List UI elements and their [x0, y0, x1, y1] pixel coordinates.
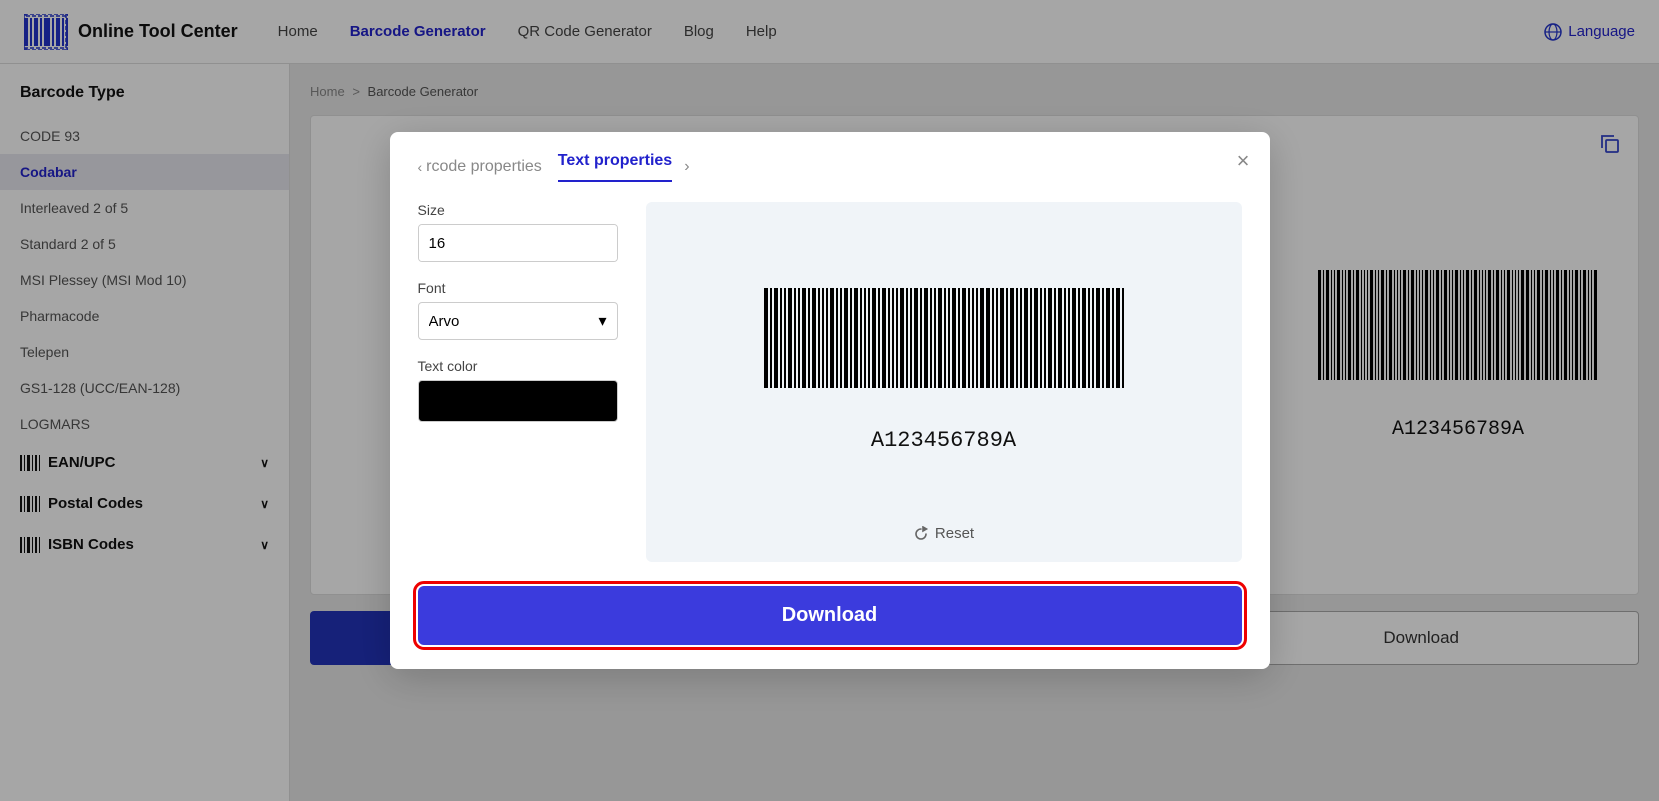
- modal-close-button[interactable]: ×: [1237, 148, 1250, 174]
- form-group-font: Font Arvo Arial Courier New Helvetica Ti…: [418, 280, 618, 340]
- select-chevron-icon: ▾: [598, 311, 606, 331]
- modal-form: Size ▲ ▼ Font Arvo Ar: [418, 202, 618, 562]
- text-color-swatch[interactable]: [418, 380, 618, 422]
- modal-tab-next[interactable]: ›: [684, 158, 689, 176]
- modal-tab-text-properties[interactable]: Text properties: [558, 152, 672, 182]
- chevron-left-icon: ‹: [418, 159, 423, 175]
- reset-button[interactable]: Reset: [913, 525, 974, 542]
- size-input[interactable]: [419, 225, 618, 261]
- modal-tab-prev[interactable]: ‹ rcode properties: [418, 158, 542, 176]
- form-group-size: Size ▲ ▼: [418, 202, 618, 262]
- reset-icon: [913, 526, 929, 542]
- modal-barcode-preview: A123456789A Reset: [646, 202, 1242, 562]
- modal-footer: Download: [390, 586, 1270, 669]
- download-button-modal[interactable]: Download: [418, 586, 1242, 645]
- modal-overlay: ‹ rcode properties Text properties › × S…: [0, 0, 1659, 801]
- barcode-preview-wrap: A123456789A: [764, 226, 1124, 515]
- modal: ‹ rcode properties Text properties › × S…: [390, 132, 1270, 669]
- barcode-value-preview: A123456789A: [871, 428, 1016, 453]
- form-group-text-color: Text color: [418, 358, 618, 422]
- size-label: Size: [418, 202, 618, 218]
- font-select[interactable]: Arvo Arial Courier New Helvetica Times N…: [429, 313, 599, 330]
- modal-header: ‹ rcode properties Text properties › ×: [390, 132, 1270, 182]
- barcode-image-preview: [764, 288, 1124, 418]
- chevron-right-icon: ›: [684, 158, 689, 176]
- font-select-wrap[interactable]: Arvo Arial Courier New Helvetica Times N…: [418, 302, 618, 340]
- font-label: Font: [418, 280, 618, 296]
- text-color-label: Text color: [418, 358, 618, 374]
- modal-body: Size ▲ ▼ Font Arvo Ar: [390, 182, 1270, 586]
- reset-label: Reset: [935, 525, 974, 542]
- size-input-spinner: ▲ ▼: [418, 224, 618, 262]
